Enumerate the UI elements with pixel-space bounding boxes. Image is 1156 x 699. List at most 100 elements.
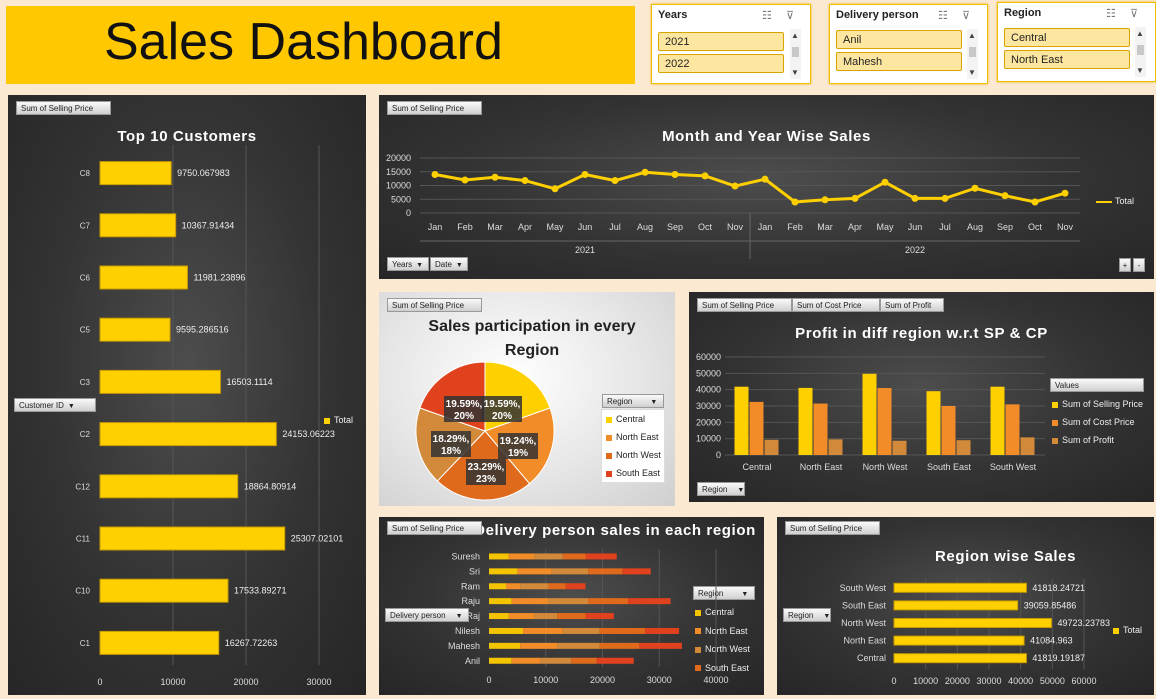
data-label: 19.24%, <box>500 436 537 447</box>
slicer-item-mahesh[interactable]: Mahesh <box>836 52 962 71</box>
column-plot: 60000 50000 40000 30000 20000 10000 0 Central No… <box>696 352 1045 472</box>
month-label: Aug <box>637 222 653 232</box>
column-bar <box>764 439 779 455</box>
data-label: 10367.91434 <box>182 220 235 230</box>
month-label: Jul <box>939 222 951 232</box>
slicer-scrollbar[interactable]: ▲ ▼ <box>1135 27 1146 77</box>
column-bar <box>798 387 813 455</box>
category-label: C7 <box>80 221 91 230</box>
category-label: Raju <box>461 596 480 606</box>
stacked-segment <box>506 583 521 590</box>
bar <box>99 369 221 394</box>
data-point <box>551 185 559 193</box>
month-label: Sep <box>667 222 683 232</box>
sales-participation-pie-chart[interactable]: Sum of Selling Price Sales participation… <box>379 292 675 506</box>
clear-filter-icon[interactable]: ⊽ <box>1130 7 1138 20</box>
stacked-segment <box>622 568 651 575</box>
stacked-segment <box>596 657 634 664</box>
data-point <box>821 196 829 204</box>
stacked-segment <box>489 598 512 605</box>
clear-filter-icon[interactable]: ⊽ <box>786 9 794 22</box>
stacked-segment <box>565 583 586 590</box>
stacked-bar-plot: 0 10000 20000 30000 40000 Suresh Sri Ram Raju Raj… <box>448 549 729 685</box>
multi-select-icon[interactable]: ☷ <box>938 9 948 22</box>
month-year-sales-chart[interactable]: Sum of Selling Price Month and Year Wise… <box>379 95 1154 279</box>
delivery-person-sales-chart[interactable]: Delivery person sales in each region Sum… <box>379 517 764 695</box>
x-tick-label: 60000 <box>1071 676 1096 686</box>
month-label: Jan <box>758 222 773 232</box>
x-tick-label: 40000 <box>703 675 728 685</box>
clear-filter-icon[interactable]: ⊽ <box>962 9 970 22</box>
data-label: 39059.85486 <box>1024 600 1077 610</box>
data-point <box>641 168 649 176</box>
data-point <box>971 184 979 192</box>
y-tick-label: 15000 <box>386 167 411 177</box>
bar <box>893 618 1052 628</box>
stacked-segment <box>588 568 623 575</box>
x-tick-label: 40000 <box>1008 676 1033 686</box>
category-label: Nilesh <box>455 626 480 636</box>
top-customers-chart[interactable]: Sum of Selling Price Top 10 Customers Cu… <box>8 95 366 695</box>
column-bar <box>877 388 892 455</box>
slicer-item-2021[interactable]: 2021 <box>658 32 784 51</box>
data-label: 41084.963 <box>1030 636 1073 646</box>
delivery-person-slicer[interactable]: Delivery person ☷ ⊽ Anil Mahesh ▲ ▼ <box>829 4 988 84</box>
data-label: 19.59%, <box>446 399 483 410</box>
bar <box>99 422 277 447</box>
multi-select-icon[interactable]: ☷ <box>762 9 772 22</box>
y-tick-label: 60000 <box>696 352 721 362</box>
stacked-segment <box>489 553 509 560</box>
title-banner: Sales Dashboard <box>6 6 635 84</box>
month-label: Jun <box>908 222 923 232</box>
category-label: South West <box>840 583 887 593</box>
profit-region-chart[interactable]: Sum of Selling Price Sum of Cost Price S… <box>689 292 1154 502</box>
data-label: 9595.286516 <box>176 325 229 335</box>
slicer-scrollbar[interactable]: ▲ ▼ <box>967 29 978 79</box>
column-bar <box>892 440 907 455</box>
stacked-segment <box>520 583 549 590</box>
year-group-label: 2021 <box>575 245 595 255</box>
bar <box>99 265 188 290</box>
slicer-scrollbar[interactable]: ▲ ▼ <box>790 29 801 79</box>
stacked-segment <box>557 642 600 649</box>
column-bar <box>956 440 971 455</box>
month-label: May <box>876 222 894 232</box>
bar <box>99 630 220 655</box>
y-tick-label: 20000 <box>696 417 721 427</box>
stacked-segment <box>511 598 549 605</box>
category-label: North West <box>841 618 886 628</box>
column-bar <box>990 386 1005 455</box>
region-slicer[interactable]: Region ☷ ⊽ Central North East ▲ ▼ <box>997 2 1156 82</box>
month-label: Oct <box>1028 222 1043 232</box>
data-label: 11981.23896 <box>193 273 245 283</box>
column-bar <box>1020 437 1035 455</box>
x-tick-label: 50000 <box>1040 676 1065 686</box>
x-tick-label: 0 <box>486 675 491 685</box>
stacked-segment <box>639 642 682 649</box>
data-point <box>1061 189 1069 197</box>
category-label: Sri <box>469 566 480 576</box>
slicer-item-north-east[interactable]: North East <box>1004 50 1130 69</box>
month-label: Feb <box>457 222 473 232</box>
category-label: North East <box>843 636 886 646</box>
bar <box>893 653 1027 664</box>
category-label: C11 <box>76 535 91 544</box>
data-label: 25307.02101 <box>291 534 344 544</box>
slicer-item-2022[interactable]: 2022 <box>658 54 784 73</box>
multi-select-icon[interactable]: ☷ <box>1106 7 1116 20</box>
month-label: Jun <box>578 222 593 232</box>
category-label: C12 <box>75 482 90 491</box>
slicer-item-central[interactable]: Central <box>1004 28 1130 47</box>
stacked-segment <box>551 568 589 575</box>
data-label: 24153.06223 <box>282 429 335 439</box>
data-label: 49723.23783 <box>1057 618 1110 628</box>
data-point <box>1031 198 1039 206</box>
years-slicer[interactable]: Years ☷ ⊽ 2021 2022 ▲ ▼ <box>651 4 811 84</box>
stacked-segment <box>489 627 524 634</box>
region-wise-sales-chart[interactable]: Sum of Selling Price Region wise Sales R… <box>777 517 1154 695</box>
slicer-item-anil[interactable]: Anil <box>836 30 962 49</box>
stacked-segment <box>599 627 646 634</box>
bar <box>99 161 172 186</box>
y-tick-label: 30000 <box>696 401 721 411</box>
data-point <box>911 194 919 202</box>
